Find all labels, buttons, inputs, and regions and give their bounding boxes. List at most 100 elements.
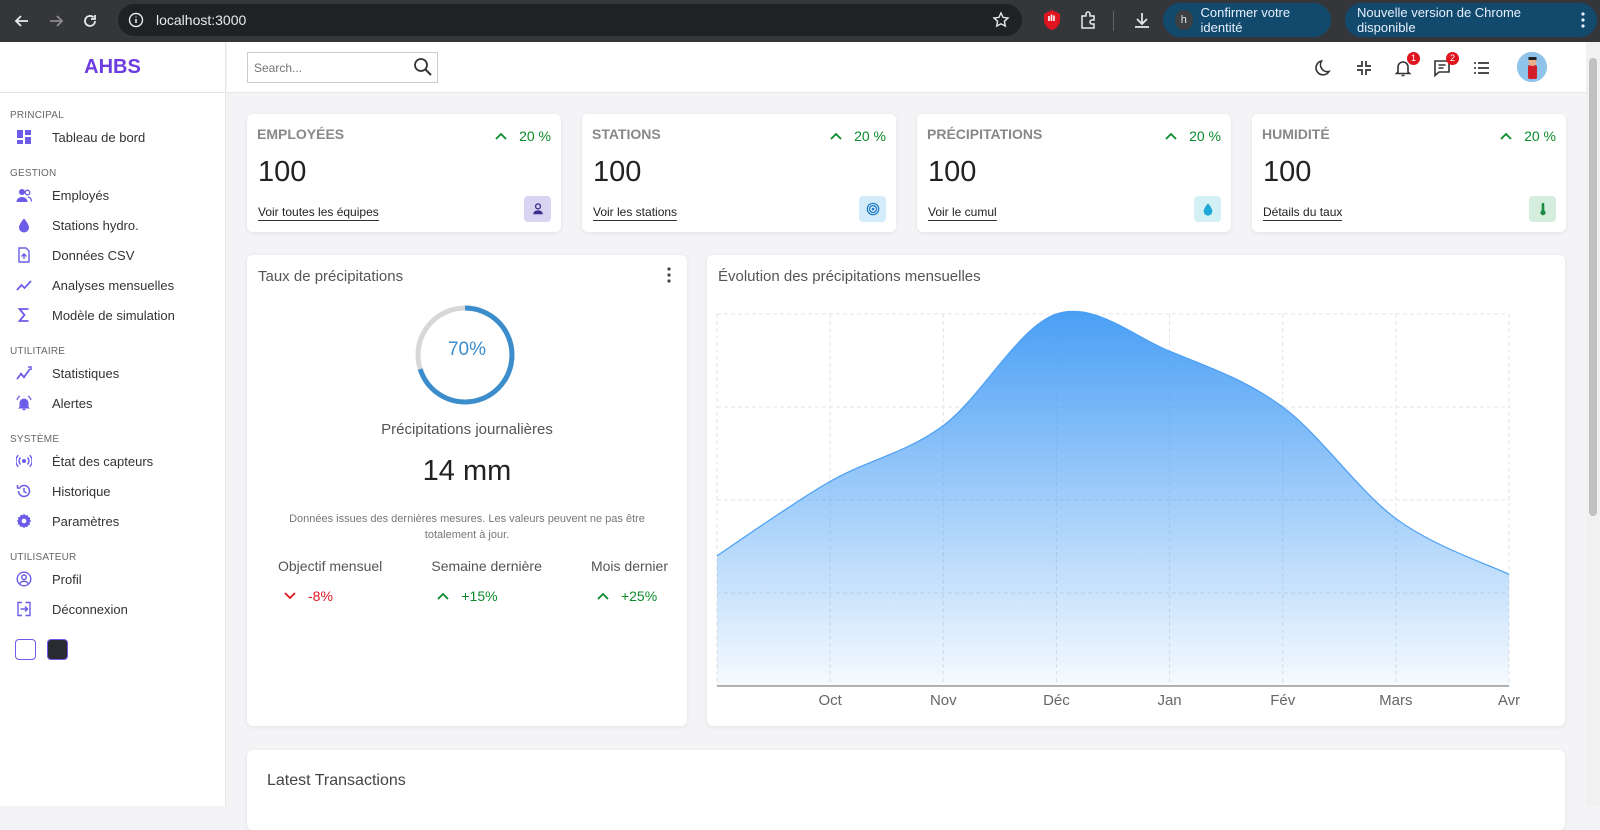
- stat-value: 100: [1263, 156, 1312, 188]
- site-info-icon[interactable]: [128, 12, 144, 28]
- x-tick-label: Déc: [1043, 692, 1070, 709]
- page-scrollbar[interactable]: [1586, 42, 1600, 806]
- sensor-icon: [16, 453, 42, 469]
- scrollbar-thumb[interactable]: [1589, 58, 1597, 516]
- messages-chat-icon[interactable]: 2: [1432, 52, 1459, 78]
- adblock-extension-icon[interactable]: [1042, 8, 1062, 37]
- browser-toolbar: localhost:3000 h Confirmer votre identit…: [0, 0, 1600, 42]
- kebab-menu-icon: [1581, 12, 1585, 28]
- sidebar-item-label: Employés: [52, 187, 110, 203]
- sidebar-item[interactable]: Modèle de simulation: [0, 301, 225, 329]
- chart-svg: Oct Nov Déc Jan Fév Mars Avr: [716, 310, 1520, 709]
- search-icon[interactable]: [413, 57, 433, 82]
- comparison-value: +25%: [591, 588, 668, 604]
- comparison-value-text: +15%: [461, 588, 498, 604]
- daily-amount: 14 mm: [422, 455, 512, 487]
- latest-transactions-panel: Latest Transactions: [247, 750, 1565, 830]
- messages-badge: 2: [1446, 52, 1459, 65]
- sidebar-section-title: PRINCIPAL: [10, 110, 64, 121]
- more-options-icon[interactable]: [667, 267, 671, 283]
- extensions-puzzle-icon[interactable]: [1078, 10, 1098, 35]
- stat-value: 100: [593, 156, 642, 188]
- x-tick-label: Mars: [1379, 692, 1412, 709]
- back-arrow-icon[interactable]: [8, 7, 36, 35]
- sidebar-item[interactable]: Statistiques: [0, 359, 225, 387]
- x-tick-label: Avr: [1498, 692, 1520, 709]
- sidebar-item-label: Déconnexion: [52, 601, 128, 617]
- thermometer-icon: [1529, 196, 1556, 222]
- download-icon[interactable]: [1132, 10, 1152, 35]
- stat-title: HUMIDITÉ: [1262, 126, 1330, 142]
- forward-arrow-icon[interactable]: [42, 7, 70, 35]
- sidebar-item[interactable]: Employés: [0, 181, 225, 209]
- daily-subtitle: Précipitations journalières: [381, 421, 553, 438]
- comparison-label: Objectif mensuel: [278, 558, 383, 574]
- sidebar-item[interactable]: Alertes: [0, 389, 225, 417]
- stat-change: 20 %: [1165, 128, 1221, 144]
- sidebar-item-label: Paramètres: [52, 513, 120, 529]
- sidebar-item-label: Statistiques: [52, 365, 120, 381]
- dark-theme-swatch[interactable]: [47, 639, 68, 660]
- comparison-value-text: -8%: [308, 588, 333, 604]
- sidebar-item[interactable]: Tableau de bord: [0, 123, 225, 151]
- comparison-label: Mois dernier: [590, 558, 668, 574]
- sidebar-item[interactable]: Données CSV: [0, 241, 225, 269]
- sidebar-item[interactable]: Stations hydro.: [0, 211, 225, 239]
- sidebar-item[interactable]: Historique: [0, 477, 225, 505]
- panel-title: Taux de précipitations: [258, 268, 404, 285]
- x-tick-label: Oct: [818, 692, 842, 709]
- sidebar-item[interactable]: Paramètres: [0, 507, 225, 535]
- water-drop-icon: [1194, 196, 1221, 222]
- bookmark-star-icon[interactable]: [992, 11, 1010, 34]
- notifications-bell-icon[interactable]: 1: [1393, 52, 1420, 78]
- sidebar-section-title: UTILITAIRE: [10, 346, 66, 357]
- x-tick-label: Fév: [1270, 692, 1296, 709]
- address-bar[interactable]: localhost:3000: [118, 4, 1022, 36]
- fullscreen-exit-icon[interactable]: [1354, 58, 1374, 78]
- alarm-icon: [16, 395, 42, 411]
- brand-logo[interactable]: AHBS: [0, 42, 225, 93]
- stat-card: EMPLOYÉES 20 % 100 Voir toutes les équipes: [247, 114, 561, 232]
- transactions-title: Latest Transactions: [267, 772, 406, 789]
- light-theme-swatch[interactable]: [15, 639, 36, 660]
- identity-button[interactable]: h Confirmer votre identité: [1163, 3, 1331, 37]
- sidebar-item[interactable]: Déconnexion: [0, 595, 225, 623]
- user-avatar[interactable]: [1517, 52, 1547, 82]
- stat-link[interactable]: Voir le cumul: [928, 205, 997, 221]
- comparison-value-text: +25%: [620, 588, 658, 604]
- sidebar-section-title: GESTION: [10, 168, 57, 179]
- search-box: [247, 52, 438, 83]
- stat-change-value: 20 %: [1524, 128, 1556, 144]
- dark-mode-moon-icon[interactable]: [1314, 58, 1334, 78]
- reload-icon[interactable]: [76, 7, 104, 35]
- notifications-badge: 1: [1407, 52, 1420, 65]
- sidebar-item[interactable]: Profil: [0, 565, 225, 593]
- precipitation-rate-panel: Taux de précipitations 70% Précipitation…: [247, 255, 687, 726]
- comparison-label: Semaine dernière: [431, 558, 542, 574]
- sigma-icon: [16, 307, 42, 323]
- trend-line-icon: [16, 277, 42, 293]
- stat-card: HUMIDITÉ 20 % 100 Détails du taux: [1252, 114, 1566, 232]
- stat-link[interactable]: Voir les stations: [593, 205, 678, 221]
- sidebar-item[interactable]: État des capteurs: [0, 447, 225, 475]
- chrome-update-button[interactable]: Nouvelle version de Chrome disponible: [1345, 3, 1597, 37]
- search-input[interactable]: [248, 53, 403, 82]
- logout-icon: [16, 601, 42, 617]
- profile-icon: [16, 571, 42, 587]
- identity-label: Confirmer votre identité: [1200, 5, 1291, 35]
- list-menu-icon[interactable]: [1472, 58, 1492, 78]
- sidebar-nav: PRINCIPAL Tableau de bord GESTION Employés S…: [0, 110, 225, 623]
- stat-title: PRÉCIPITATIONS: [927, 126, 1043, 142]
- comparison-value: +15%: [431, 588, 542, 604]
- sidebar-item-label: Tableau de bord: [52, 129, 146, 145]
- comparison-stat: Semaine dernière +15%: [431, 558, 542, 604]
- stat-link[interactable]: Détails du taux: [1263, 205, 1343, 221]
- history-icon: [16, 483, 42, 499]
- trend-up-icon: [437, 592, 455, 600]
- sidebar-item[interactable]: Analyses mensuelles: [0, 271, 225, 299]
- users-icon: [16, 187, 42, 203]
- stat-card: PRÉCIPITATIONS 20 % 100 Voir le cumul: [917, 114, 1231, 232]
- stat-link[interactable]: Voir toutes les équipes: [258, 205, 379, 221]
- sidebar-item-label: Historique: [52, 483, 111, 499]
- stat-change: 20 %: [830, 128, 886, 144]
